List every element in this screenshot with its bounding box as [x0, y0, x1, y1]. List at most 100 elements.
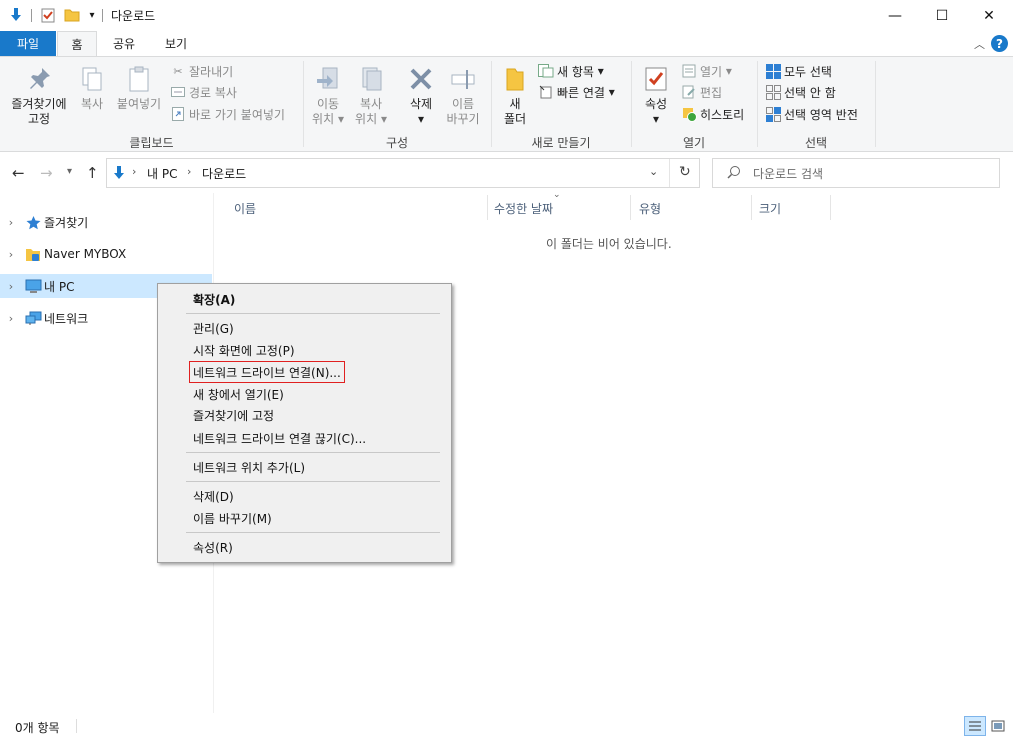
pin-to-quick-access-button[interactable]: 즐겨찾기에 고정 — [6, 65, 72, 127]
collapse-ribbon-chevron-icon[interactable]: ︿ — [974, 36, 985, 52]
select-none-button[interactable]: 선택 안 함 — [765, 82, 836, 102]
edit-icon — [681, 84, 697, 100]
details-view-icon[interactable] — [964, 716, 986, 736]
paste-icon — [129, 66, 149, 92]
divider — [830, 195, 831, 220]
properties-button[interactable]: 속성 ▾ — [638, 65, 674, 127]
expand-chevron-icon[interactable]: › — [0, 312, 22, 325]
address-bar[interactable]: › 내 PC › 다운로드 ⌄ ↻ — [106, 158, 700, 188]
menu-item-rename[interactable]: 이름 바꾸기(M) — [193, 508, 272, 528]
nav-item-quick-access[interactable]: › 즐겨찾기 — [0, 210, 212, 234]
copy-path-icon — [170, 84, 186, 100]
divider — [875, 61, 876, 147]
menu-item-disconnect-network-drive[interactable]: 네트워크 드라이브 연결 끊기(C)... — [193, 428, 366, 448]
move-label: 이동 — [316, 97, 340, 111]
easy-access-icon — [538, 84, 554, 100]
rename-icon — [451, 70, 475, 89]
customize-toolbar-chevron-icon[interactable]: ▾ — [84, 6, 100, 24]
tab-share[interactable]: 공유 — [104, 31, 144, 56]
folder-icon — [506, 68, 524, 91]
pin-label-2: 고정 — [27, 112, 51, 126]
copy-to-button[interactable]: 복사 위치 ▾ — [352, 65, 390, 127]
up-arrow-icon[interactable]: ↑ — [86, 164, 99, 182]
easy-access-button[interactable]: 빠른 연결 ▾ — [538, 82, 615, 102]
edit-label: 편집 — [700, 85, 723, 100]
move-to-button[interactable]: 이동 위치 ▾ — [309, 65, 347, 127]
help-icon[interactable]: ? — [991, 35, 1008, 52]
copy-path-button[interactable]: 경로 복사 — [170, 82, 237, 102]
nav-item-label: Naver MYBOX — [44, 247, 127, 261]
menu-item-open-in-new-window[interactable]: 새 창에서 열기(E) — [193, 384, 284, 404]
copy-button[interactable]: 복사 — [76, 65, 108, 112]
paste-shortcut-icon — [170, 106, 186, 122]
properties-label: 속성 — [644, 97, 668, 111]
menu-item-pin-to-quick-access[interactable]: 즐겨찾기에 고정 — [193, 405, 274, 425]
menu-item-expand[interactable]: 확장(A) — [193, 289, 235, 309]
menu-item-properties[interactable]: 속성(R) — [193, 537, 233, 557]
search-box[interactable]: 다운로드 검색 — [712, 158, 1000, 188]
cut-button[interactable]: ✂ 잘라내기 — [170, 61, 233, 81]
breadcrumb-this-pc[interactable]: 내 PC — [147, 165, 177, 182]
menu-separator — [186, 452, 440, 453]
divider — [669, 159, 670, 187]
large-icons-view-icon[interactable] — [988, 716, 1008, 736]
select-none-icon — [765, 84, 781, 100]
open-button[interactable]: 열기 ▾ — [681, 61, 732, 81]
pin-icon — [30, 68, 50, 89]
forward-arrow-icon[interactable]: → — [40, 164, 53, 182]
copy-path-label: 경로 복사 — [189, 85, 237, 100]
cut-label: 잘라내기 — [189, 64, 234, 79]
recent-locations-chevron-icon[interactable]: ▾ — [67, 166, 72, 177]
paste-shortcut-button[interactable]: 바로 가기 붙여넣기 — [170, 104, 285, 124]
organize-group-label: 구성 — [385, 136, 409, 150]
minimize-button[interactable]: — — [872, 0, 918, 31]
download-arrow-icon[interactable] — [8, 6, 24, 24]
menu-item-map-network-drive[interactable]: 네트워크 드라이브 연결(N)... — [189, 361, 345, 383]
new-item-icon — [538, 63, 554, 79]
nav-item-label: 내 PC — [44, 279, 75, 294]
properties-checklist-icon[interactable] — [40, 6, 56, 24]
address-dropdown-chevron-icon[interactable]: ⌄ — [649, 165, 658, 178]
maximize-button[interactable]: ☐ — [919, 0, 965, 31]
select-all-button[interactable]: 모두 선택 — [765, 61, 832, 81]
menu-item-delete[interactable]: 삭제(D) — [193, 486, 234, 506]
search-icon — [727, 165, 741, 182]
easy-access-label: 빠른 연결 — [557, 85, 605, 100]
ribbon: 즐겨찾기에 고정 복사 붙여넣기 ✂ 잘라내기 경로 복사 바로 가기 붙여넣기 … — [0, 56, 1013, 152]
column-header-name[interactable]: 이름 — [234, 200, 256, 220]
breadcrumb-downloads[interactable]: 다운로드 — [202, 165, 246, 182]
new-folder-icon[interactable] — [64, 6, 80, 24]
nav-item-label: 즐겨찾기 — [44, 215, 89, 230]
column-header-date-modified[interactable]: 수정한 날짜 — [494, 200, 553, 220]
column-header-type[interactable]: 유형 — [639, 200, 661, 220]
history-button[interactable]: 히스토리 — [681, 104, 744, 124]
menu-item-add-network-location[interactable]: 네트워크 위치 추가(L) — [193, 457, 305, 477]
menu-item-manage[interactable]: 관리(G) — [193, 318, 234, 338]
tab-file[interactable]: 파일 — [0, 31, 56, 56]
tab-home[interactable]: 홈 — [57, 31, 97, 57]
column-header-size[interactable]: 크기 — [759, 200, 781, 220]
close-button[interactable]: ✕ — [966, 0, 1012, 31]
paste-button[interactable]: 붙여넣기 — [114, 65, 164, 112]
edit-button[interactable]: 편집 — [681, 82, 722, 102]
copy-to-label-2: 위치 — [355, 112, 378, 126]
new-item-button[interactable]: 새 항목 ▾ — [538, 61, 604, 81]
search-input[interactable]: 다운로드 검색 — [753, 165, 823, 182]
new-folder-button[interactable]: 새 폴더 — [498, 65, 532, 127]
menu-item-pin-to-start[interactable]: 시작 화면에 고정(P) — [193, 340, 295, 360]
expand-chevron-icon[interactable]: › — [0, 280, 22, 293]
delete-button[interactable]: 삭제 ▾ — [402, 65, 440, 127]
nav-item-naver-mybox[interactable]: › Naver MYBOX — [0, 242, 212, 266]
download-arrow-icon — [111, 165, 127, 184]
refresh-icon[interactable]: ↻ — [679, 164, 691, 180]
item-count: 0개 항목 — [15, 721, 60, 735]
rename-button[interactable]: 이름 바꾸기 — [442, 65, 484, 127]
move-label-2: 위치 — [312, 112, 335, 126]
expand-chevron-icon[interactable]: › — [0, 248, 22, 261]
expand-chevron-icon[interactable]: › — [0, 216, 22, 229]
invert-selection-button[interactable]: 선택 영역 반전 — [765, 104, 858, 124]
history-icon — [681, 106, 697, 122]
back-arrow-icon[interactable]: ← — [12, 164, 25, 182]
rename-label-2: 바꾸기 — [446, 112, 480, 126]
tab-view[interactable]: 보기 — [156, 31, 196, 56]
